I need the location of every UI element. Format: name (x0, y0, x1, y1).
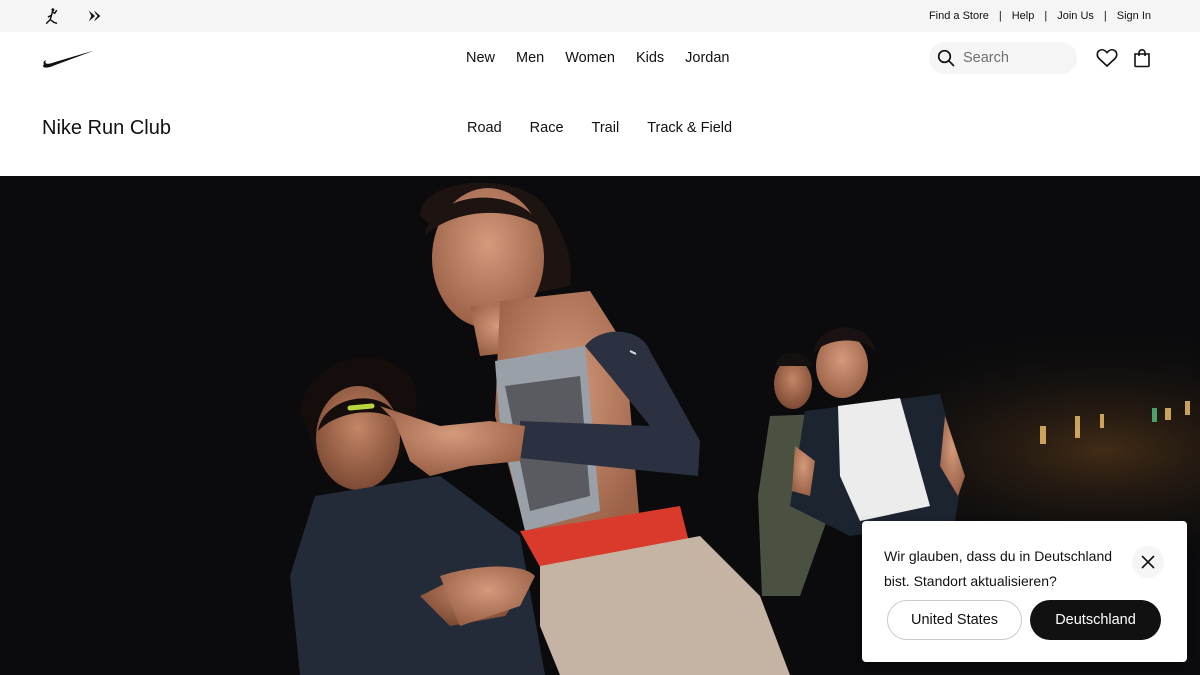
separator: | (1103, 10, 1107, 22)
help-link[interactable]: Help (1012, 10, 1035, 22)
page-title: Nike Run Club (42, 117, 171, 139)
separator: | (1044, 10, 1048, 22)
favorites-heart-icon[interactable] (1096, 48, 1118, 68)
nav-women[interactable]: Women (565, 50, 615, 66)
search-input[interactable] (963, 50, 1063, 66)
search-icon[interactable] (937, 49, 955, 67)
primary-nav: New Men Women Kids Jordan (466, 32, 730, 84)
find-a-store-link[interactable]: Find a Store (929, 10, 989, 22)
subnav-track-field[interactable]: Track & Field (647, 120, 732, 136)
converse-logo-icon[interactable] (85, 6, 105, 26)
nav-jordan[interactable]: Jordan (685, 50, 729, 66)
stay-united-states-button[interactable]: United States (887, 600, 1022, 640)
nav-new[interactable]: New (466, 50, 495, 66)
location-popup: Wir glauben, dass du in Deutschland bist… (862, 521, 1187, 662)
subnav-road[interactable]: Road (467, 120, 502, 136)
category-nav: Road Race Trail Track & Field (467, 120, 732, 136)
jordan-jumpman-icon[interactable] (42, 6, 62, 26)
switch-to-deutschland-button[interactable]: Deutschland (1030, 600, 1161, 640)
sign-in-link[interactable]: Sign In (1117, 10, 1151, 22)
location-popup-message: Wir glauben, dass du in Deutschland bist… (884, 548, 1113, 589)
nike-swoosh-icon[interactable] (42, 48, 94, 68)
shopping-bag-icon[interactable] (1132, 48, 1152, 68)
nav-men[interactable]: Men (516, 50, 544, 66)
utility-links: Find a Store | Help | Join Us | Sign In (929, 0, 1151, 32)
close-popup-button[interactable] (1132, 546, 1164, 578)
search-box[interactable] (929, 42, 1077, 74)
subnav-race[interactable]: Race (530, 120, 564, 136)
join-us-link[interactable]: Join Us (1057, 10, 1094, 22)
nav-kids[interactable]: Kids (636, 50, 664, 66)
subnav-trail[interactable]: Trail (592, 120, 620, 136)
main-nav: New Men Women Kids Jordan (0, 32, 1200, 84)
sub-nav: Nike Run Club Road Race Trail Track & Fi… (0, 84, 1200, 176)
utility-bar: Find a Store | Help | Join Us | Sign In (0, 0, 1200, 32)
separator: | (998, 10, 1002, 22)
close-icon (1141, 555, 1155, 569)
